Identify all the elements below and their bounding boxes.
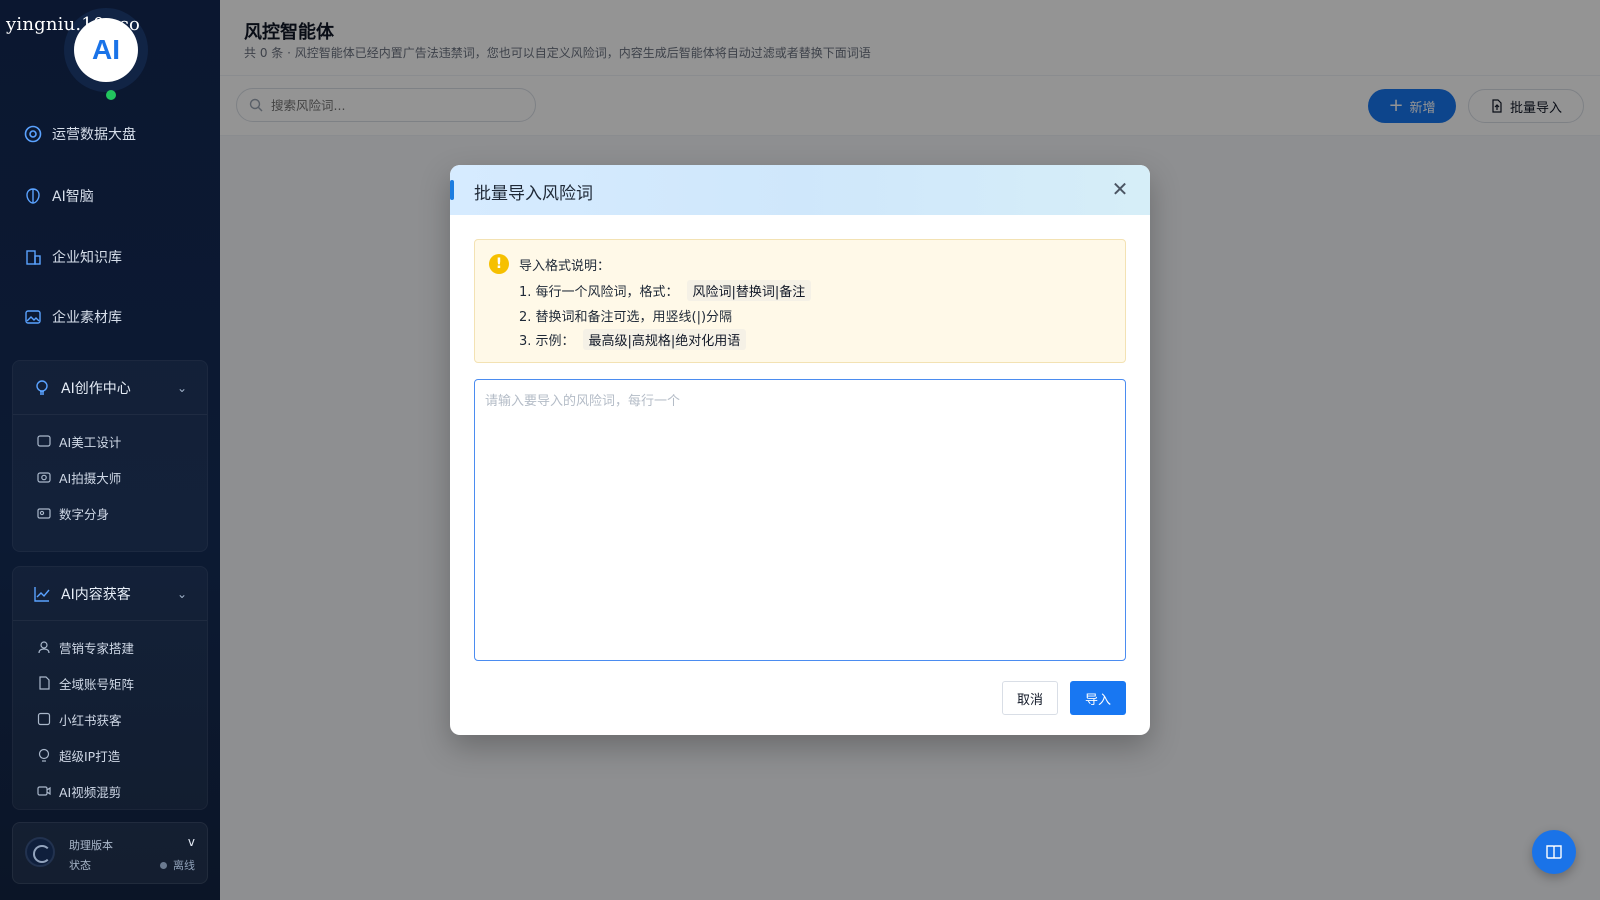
notice-title: 导入格式说明： [519, 259, 611, 274]
ip-icon [38, 748, 50, 762]
sidebar-item-label: 企业知识库 [52, 250, 122, 266]
ai-badge-icon [37, 712, 51, 726]
lightbulb-icon [36, 379, 48, 395]
sidebar-item-account-matrix[interactable]: 全域账号矩阵 [13, 665, 207, 701]
sidebar-group-header[interactable]: AI创作中心 ⌄ [13, 361, 207, 415]
sidebar-item-label: AI美工设计 [59, 434, 122, 450]
brain-icon [26, 188, 40, 204]
notice-line-text: 3. 示例： [519, 334, 575, 349]
building-icon [26, 250, 41, 265]
sidebar-item-knowledge-base[interactable]: 企业知识库 [24, 247, 122, 267]
sidebar-group-header[interactable]: AI内容获客 ⌄ [13, 567, 207, 621]
sidebar-group-ai-creation: AI创作中心 ⌄ AI美工设计 AI拍摄大师 数字分身 [12, 360, 208, 552]
design-icon [37, 435, 51, 447]
notice-line-2: 2. 替换词和备注可选，用竖线(|)分隔 [519, 306, 732, 325]
version-value: v [187, 835, 195, 849]
risk-words-textarea[interactable] [474, 379, 1126, 661]
image-icon [25, 310, 41, 324]
cancel-button[interactable]: 取消 [1002, 681, 1058, 715]
offline-dot [160, 861, 167, 869]
sidebar-item-label: AI视频混剪 [59, 784, 122, 800]
warning-icon: ! [489, 254, 509, 274]
user-icon [38, 641, 50, 654]
sidebar-item-ai-brain[interactable]: AI智脑 [24, 186, 94, 206]
sidebar-item-label: 超级IP打造 [59, 748, 121, 764]
dashboard-icon [24, 125, 42, 143]
sidebar-item-label: 数字分身 [59, 506, 110, 522]
sidebar-item-label: 运营数据大盘 [52, 127, 136, 143]
assistant-status-card[interactable]: 助理版本 状态 v 离线 [12, 822, 208, 884]
sidebar-item-label: AI拍摄大师 [59, 470, 122, 486]
sidebar-item-video-mix[interactable]: AI视频混剪 [13, 773, 207, 809]
trend-chart-icon [34, 586, 50, 602]
online-status-dot [106, 90, 116, 100]
help-book-button[interactable] [1532, 830, 1576, 874]
sidebar-group-ai-content: AI内容获客 ⌄ 营销专家搭建 全域账号矩阵 小红书获客 超级IP打造 AI视频… [12, 566, 208, 810]
video-icon [37, 786, 51, 796]
sidebar-item-material-library[interactable]: 企业素材库 [24, 307, 122, 327]
sidebar-group-title: AI创作中心 [61, 380, 131, 397]
notice-line-3: 3. 示例： 最高级|高规格|绝对化用语 [519, 329, 747, 350]
state-value: 离线 [173, 859, 195, 872]
sidebar-item-digital-avatar[interactable]: 数字分身 [13, 495, 207, 531]
watermark-text: yingniu.10v.co [6, 14, 141, 35]
state-label: 状态 [69, 859, 91, 872]
sidebar-item-ai-design[interactable]: AI美工设计 [13, 423, 207, 459]
sidebar-item-label: 营销专家搭建 [59, 640, 135, 656]
camera-icon [37, 472, 51, 483]
chevron-down-icon: ⌄ [176, 380, 187, 395]
modal-title: 批量导入风险词 [474, 184, 593, 204]
sidebar-item-label: 全域账号矩阵 [59, 676, 135, 692]
sidebar: yingniu.10v.co AI 运营数据大盘 AI智脑 企业知识库 企业素材… [0, 0, 220, 900]
sidebar-item-xiaohongshu[interactable]: 小红书获客 [13, 701, 207, 737]
notice-line-1: 1. 每行一个风险词，格式： 风险词|替换词|备注 [519, 280, 812, 301]
sidebar-item-label: 企业素材库 [52, 310, 122, 326]
sidebar-item-marketing-expert[interactable]: 营销专家搭建 [13, 629, 207, 665]
chevron-down-icon: ⌄ [176, 586, 187, 601]
sidebar-item-dashboard[interactable]: 运营数据大盘 [24, 124, 136, 144]
sidebar-item-ai-photo[interactable]: AI拍摄大师 [13, 459, 207, 495]
notice-line-text: 1. 每行一个风险词，格式： [519, 285, 679, 300]
batch-import-modal: 批量导入风险词 ✕ ! 导入格式说明： 1. 每行一个风险词，格式： 风险词|替… [450, 165, 1150, 735]
title-accent-bar [450, 180, 454, 200]
notice-line-text: 2. 替换词和备注可选，用竖线(|)分隔 [519, 310, 733, 325]
logo-text: AI [92, 34, 120, 65]
state-value-wrap: 离线 [160, 857, 195, 873]
import-button[interactable]: 导入 [1070, 681, 1126, 715]
id-card-icon [37, 508, 51, 519]
version-label: 助理版本 [69, 839, 113, 852]
sidebar-item-label: 小红书获客 [59, 712, 122, 728]
loading-spinner-icon [25, 837, 55, 867]
sidebar-item-label: AI智脑 [52, 189, 94, 205]
format-notice: ! 导入格式说明： 1. 每行一个风险词，格式： 风险词|替换词|备注 2. 替… [474, 239, 1126, 363]
sidebar-item-super-ip[interactable]: 超级IP打造 [13, 737, 207, 773]
example-code: 最高级|高规格|绝对化用语 [582, 329, 747, 350]
modal-header: 批量导入风险词 ✕ [450, 165, 1150, 215]
sidebar-group-title: AI内容获客 [61, 586, 131, 603]
close-icon[interactable]: ✕ [1110, 179, 1130, 200]
book-icon [1546, 845, 1562, 859]
document-icon [39, 676, 50, 690]
format-code: 风险词|替换词|备注 [686, 280, 812, 301]
